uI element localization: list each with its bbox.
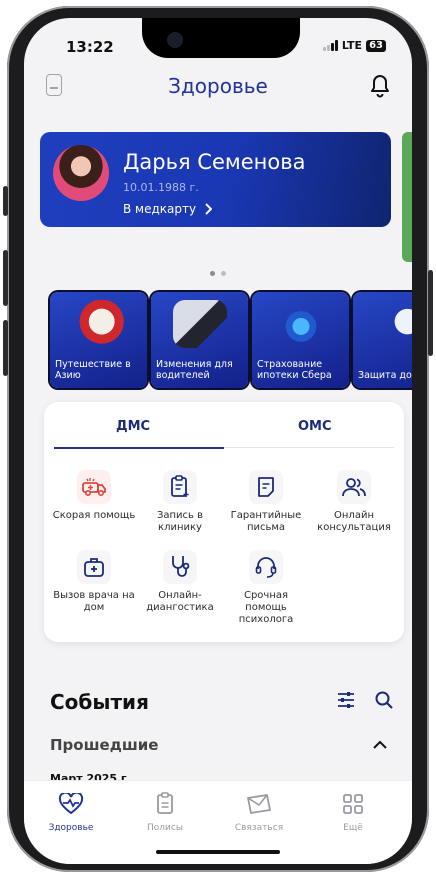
service-clinic-booking[interactable]: Запись в клинику: [136, 470, 224, 534]
home-indicator[interactable]: [156, 850, 280, 854]
carousel-dots: [210, 271, 226, 276]
search-icon[interactable]: [374, 690, 394, 710]
profile-birthdate: 10.01.1988 г.: [123, 181, 199, 194]
grid-icon: [318, 791, 388, 817]
service-label: Гарантийные письма: [230, 510, 302, 533]
past-events-header[interactable]: Прошедшие: [50, 736, 158, 754]
tab-contact[interactable]: Связаться: [224, 791, 294, 833]
stethoscope-icon: [163, 550, 197, 584]
people-icon: [337, 470, 371, 504]
promo-strip: Путешествие в Азию Изменения для водител…: [50, 292, 412, 388]
service-online-consultation[interactable]: Онлайн консультация: [310, 470, 398, 534]
app-header: Здоровье: [24, 66, 412, 106]
promo-card-drivers[interactable]: Изменения для водителей: [151, 292, 248, 388]
carousel-dot: [210, 271, 215, 276]
camera: [167, 32, 183, 48]
status-time: 13:22: [66, 38, 114, 56]
house-image: [274, 300, 328, 348]
medcard-link[interactable]: В медкарту: [123, 202, 213, 216]
clipboard-icon: [163, 470, 197, 504]
tab-label: Ещё: [343, 823, 363, 833]
next-card-peek[interactable]: [402, 132, 412, 262]
ambulance-icon: [77, 470, 111, 504]
service-label: Скорая помощь: [52, 510, 136, 521]
notch: [142, 18, 300, 58]
volume-up-button: [3, 250, 8, 306]
profile-card[interactable]: Дарья Семенова 10.01.1988 г. В медкарту: [40, 132, 391, 227]
tab-label: Здоровье: [48, 823, 94, 833]
document-icon: [130, 791, 200, 817]
status-bar-right: LTE 63: [322, 39, 386, 52]
letter-icon: [249, 470, 283, 504]
promo-label: Изменения для водителей: [156, 359, 233, 381]
headset-icon: [249, 550, 283, 584]
envelope-icon: [224, 791, 294, 817]
avatar: [53, 145, 109, 201]
tab-dms[interactable]: ДМС: [116, 419, 150, 434]
chevron-up-icon[interactable]: [372, 738, 388, 750]
page-title: Здоровье: [168, 74, 268, 98]
service-label: Запись в клинику: [156, 510, 204, 533]
filter-icon[interactable]: [336, 690, 356, 710]
tab-more[interactable]: Ещё: [318, 791, 388, 833]
service-ambulance[interactable]: Скорая помощь: [50, 470, 138, 522]
tab-label: Полисы: [147, 823, 183, 833]
carousel-dot: [221, 271, 226, 276]
service-online-diagnostics[interactable]: Онлайн-диангостика: [136, 550, 224, 614]
battery-icon: 63: [366, 39, 386, 52]
chevron-right-icon: [205, 203, 213, 215]
service-guarantee-letters[interactable]: Гарантийные письма: [222, 470, 310, 534]
events-title: События: [50, 690, 149, 714]
service-label: Срочная помощь психолога: [238, 590, 294, 625]
volume-down-button: [3, 320, 8, 376]
signal-icon: [322, 40, 338, 51]
tab-indicator: [54, 447, 224, 449]
bell-icon[interactable]: [368, 72, 392, 98]
service-label: Вызов врача на дом: [53, 590, 135, 613]
service-label: Онлайн консультация: [317, 510, 391, 533]
service-label: Онлайн-диангостика: [146, 590, 214, 613]
tab-policies[interactable]: Полисы: [130, 791, 200, 833]
events-actions: [336, 690, 394, 710]
service-psychologist[interactable]: Срочная помощь психолога: [222, 550, 310, 626]
app-screen: 13:22 LTE 63 Здоровье Дарья Семенова 10.…: [24, 18, 412, 864]
heart-icon: [36, 791, 106, 817]
side-button: [428, 270, 433, 356]
tab-divider: [224, 447, 394, 448]
tab-label: Связаться: [234, 823, 284, 833]
tab-health[interactable]: Здоровье: [36, 791, 106, 833]
promo-card-protection[interactable]: Защита до: [353, 292, 412, 388]
promo-card-mortgage[interactable]: Страхование ипотеки Сбера: [252, 292, 349, 388]
tab-oms[interactable]: ОМС: [298, 419, 332, 434]
promo-label: Путешествие в Азию: [55, 359, 131, 381]
lucky-cat-image: [72, 300, 126, 348]
network-label: LTE: [341, 39, 363, 52]
medical-bag-icon: [77, 550, 111, 584]
medcard-link-label: В медкарту: [123, 202, 197, 216]
promo-label: Защита до: [358, 370, 412, 381]
profile-name: Дарья Семенова: [123, 150, 306, 174]
services-panel: ДМС ОМС Скорая помощь Запись в клинику Г…: [44, 402, 404, 642]
promo-label: Страхование ипотеки Сбера: [257, 359, 332, 381]
service-home-visit[interactable]: Вызов врача на дом: [50, 550, 138, 614]
mute-switch: [3, 186, 8, 216]
shield-image: [375, 300, 412, 348]
promo-card-travel[interactable]: Путешествие в Азию: [50, 292, 147, 388]
car-key-image: [173, 300, 227, 348]
insurance-tabs: ДМС ОМС: [44, 402, 404, 450]
